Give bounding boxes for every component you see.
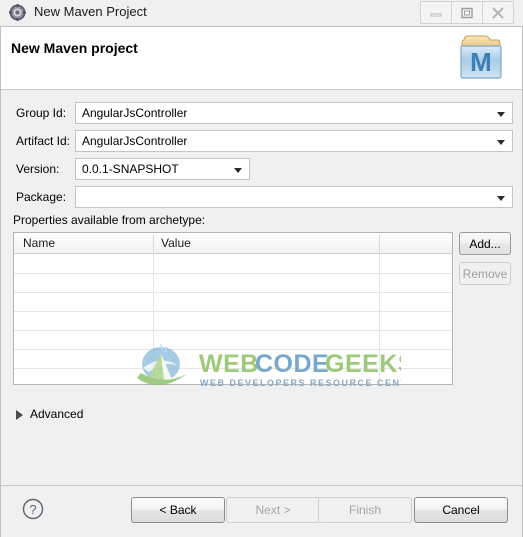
minimize-button[interactable] xyxy=(420,1,452,24)
column-header-name[interactable]: Name xyxy=(23,236,55,250)
close-icon xyxy=(492,6,504,19)
advanced-label: Advanced xyxy=(30,407,84,421)
column-header-value[interactable]: Value xyxy=(161,236,191,250)
close-button[interactable] xyxy=(483,1,514,24)
group-id-value: AngularJsController xyxy=(82,106,188,120)
maven-project-icon: M xyxy=(454,30,508,84)
package-label: Package: xyxy=(16,190,67,204)
next-button[interactable]: Next > xyxy=(226,497,320,523)
package-combobox[interactable] xyxy=(75,186,513,208)
svg-text:?: ? xyxy=(29,502,36,517)
properties-table[interactable]: Name Value xyxy=(13,232,453,385)
table-row[interactable] xyxy=(14,330,452,331)
chevron-right-icon xyxy=(16,410,23,420)
artifact-id-label: Artifact Id: xyxy=(16,134,71,148)
group-id-combobox[interactable]: AngularJsController xyxy=(75,102,513,124)
group-id-label: Group Id: xyxy=(16,106,67,120)
back-button[interactable]: < Back xyxy=(131,497,225,523)
properties-section-label: Properties available from archetype: xyxy=(13,213,206,227)
chevron-down-icon xyxy=(497,112,505,117)
title-bar: New Maven Project xyxy=(0,0,523,26)
chevron-down-icon xyxy=(497,140,505,145)
artifact-id-combobox[interactable]: AngularJsController xyxy=(75,130,513,152)
window-title: New Maven Project xyxy=(34,4,147,19)
finish-button[interactable]: Finish xyxy=(318,497,412,523)
cancel-button[interactable]: Cancel xyxy=(414,497,508,523)
svg-text:M: M xyxy=(470,47,492,77)
restore-icon xyxy=(461,7,473,18)
table-row[interactable] xyxy=(14,292,452,293)
table-row[interactable] xyxy=(14,368,452,369)
maven-gear-icon xyxy=(9,4,26,21)
dialog-body: Group Id: AngularJsController Artifact I… xyxy=(0,90,523,485)
version-value: 0.0.1-SNAPSHOT xyxy=(82,162,179,176)
dialog-footer: ? < Back Next > Finish Cancel xyxy=(0,485,523,537)
page-title: New Maven project xyxy=(11,40,138,56)
add-property-button[interactable]: Add... xyxy=(459,232,511,255)
version-combobox[interactable]: 0.0.1-SNAPSHOT xyxy=(75,158,250,180)
chevron-down-icon xyxy=(497,196,505,201)
help-icon[interactable]: ? xyxy=(22,498,44,520)
artifact-id-value: AngularJsController xyxy=(82,134,188,148)
version-label: Version: xyxy=(16,162,60,176)
column-divider[interactable] xyxy=(153,235,154,252)
table-row[interactable] xyxy=(14,311,452,312)
minimize-icon xyxy=(430,13,442,16)
properties-table-header: Name Value xyxy=(14,233,452,254)
restore-button[interactable] xyxy=(452,1,483,24)
new-maven-project-dialog: New Maven Project New Maven project M Gr… xyxy=(0,0,523,537)
column-divider[interactable] xyxy=(379,235,380,252)
table-row[interactable] xyxy=(14,349,452,350)
dialog-header: New Maven project M xyxy=(0,26,523,90)
remove-property-button[interactable]: Remove xyxy=(459,262,511,285)
table-row[interactable] xyxy=(14,273,452,274)
chevron-down-icon xyxy=(234,168,242,173)
window-controls xyxy=(420,1,514,24)
